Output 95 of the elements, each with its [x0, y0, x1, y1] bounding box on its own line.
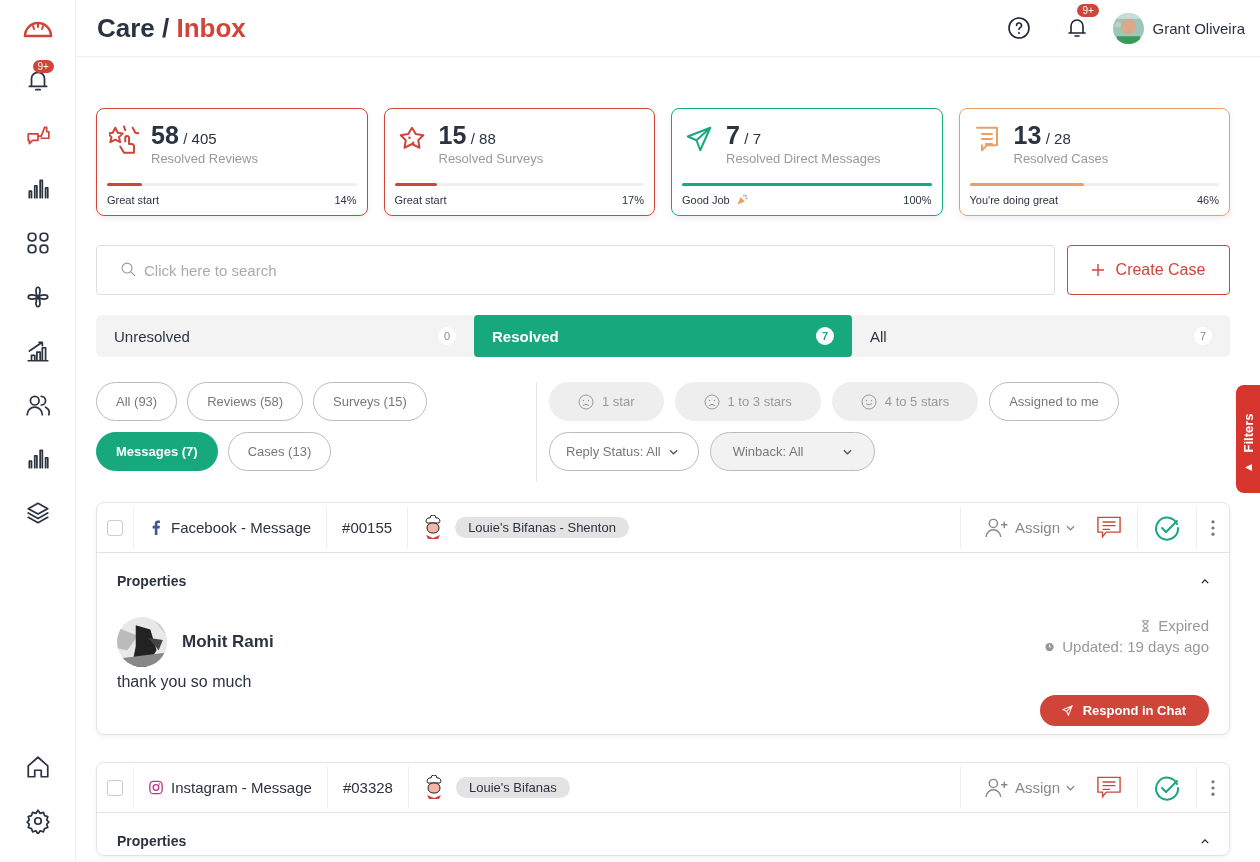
stat-status: You're doing great [969, 194, 1059, 206]
stat-label: Resolved Surveys [438, 151, 544, 166]
section-title: Properties [117, 573, 187, 589]
help-icon[interactable] [1007, 16, 1032, 40]
filter-chip[interactable]: Cases (13) [227, 432, 332, 471]
comment-icon[interactable] [1097, 516, 1121, 539]
user-name[interactable]: Grant Oliveira [1152, 19, 1245, 37]
comment-icon[interactable] [1097, 776, 1121, 799]
stat-label: Resolved Cases [1013, 151, 1109, 166]
chevron-down-icon [1066, 784, 1075, 791]
search-icon [120, 261, 137, 278]
hourglass-icon [1141, 619, 1151, 632]
chevron-down-icon [668, 448, 678, 455]
tab-label: Resolved [492, 327, 559, 345]
add-user-icon [984, 777, 1009, 798]
check-circle-icon[interactable] [1154, 514, 1180, 541]
plus-icon [1091, 264, 1104, 276]
stat-total: / 7 [744, 130, 762, 147]
paper-plane-icon [684, 124, 714, 154]
checkbox[interactable] [107, 779, 123, 796]
triangle-icon [1244, 463, 1252, 471]
chevron-up-icon[interactable] [1201, 838, 1209, 844]
updated-time: Updated: 19 days ago [1062, 638, 1209, 655]
ticket-number: #03328 [327, 767, 409, 808]
filter-chip[interactable]: Assigned to me [989, 382, 1119, 421]
stat-percent: 100% [903, 194, 932, 206]
count-badge: 0 [438, 327, 456, 345]
filter-chip[interactable]: Reviews (58) [187, 382, 304, 421]
stat-label: Resolved Direct Messages [726, 151, 881, 166]
filter-chip[interactable]: All (93) [96, 382, 178, 421]
stat-total: / 405 [183, 130, 217, 147]
dropdown[interactable]: Winback: All [709, 432, 876, 471]
filter-chip[interactable]: Messages (7) [96, 432, 218, 471]
home-icon[interactable] [24, 754, 51, 780]
frown-face-icon [703, 393, 720, 410]
status-text: Expired [1158, 617, 1209, 634]
clock-icon [1045, 640, 1055, 653]
search-field[interactable]: Click here to search [96, 245, 1055, 295]
checkbox[interactable] [107, 519, 123, 536]
stat-status: Great start [394, 194, 447, 206]
notification-badge: 9+ [1077, 4, 1099, 17]
smile-face-icon [860, 393, 877, 410]
stat-label: Resolved Reviews [151, 151, 258, 166]
stat-count: 58 [151, 121, 179, 149]
growth-chart-icon[interactable] [24, 338, 51, 364]
assign-button[interactable]: Assign [984, 777, 1075, 798]
status-tab[interactable]: Resolved 7 [474, 315, 852, 357]
respond-button[interactable]: Respond in Chat [1039, 695, 1209, 726]
filter-chip[interactable]: Surveys (15) [313, 382, 427, 421]
chevron-down-icon [1066, 524, 1075, 531]
stat-percent: 46% [1196, 194, 1219, 206]
settings-icon[interactable] [24, 808, 51, 834]
status-tab[interactable]: Unresolved 0 [96, 315, 474, 357]
grid-icon[interactable] [24, 230, 51, 256]
stat-status: Great start [107, 194, 159, 206]
count-badge: 7 [816, 327, 834, 345]
notification-badge: 9+ [32, 60, 54, 73]
message-text: thank you so much [117, 673, 253, 691]
chevron-up-icon[interactable] [1201, 578, 1209, 584]
chevron-down-icon [843, 448, 853, 455]
chef-mascot-icon [423, 774, 444, 801]
stat-count: 15 [438, 121, 467, 149]
more-icon[interactable] [1211, 779, 1215, 796]
more-icon[interactable] [1211, 519, 1215, 536]
tab-label: All [870, 327, 887, 345]
filters-tab[interactable]: Filters [1236, 385, 1260, 493]
check-circle-icon[interactable] [1154, 774, 1180, 801]
tab-label: Unresolved [114, 327, 190, 345]
count-badge: 7 [1194, 327, 1212, 345]
stat-percent: 14% [334, 194, 357, 206]
create-case-button[interactable]: Create Case [1067, 245, 1230, 295]
assign-button[interactable]: Assign [984, 517, 1075, 538]
stat-count: 13 [1013, 121, 1042, 149]
page-title: Care / Inbox [97, 12, 246, 44]
stat-total: / 28 [1045, 130, 1071, 147]
dropdown[interactable]: Reply Status: All [549, 432, 699, 471]
chef-mascot-icon [423, 514, 444, 541]
stars-hand-icon [109, 124, 139, 154]
location-tag: Louie's Bifanas [455, 777, 570, 798]
stat-total: / 88 [470, 130, 496, 147]
status-tab[interactable]: All 7 [852, 315, 1230, 357]
frown-face-icon [578, 393, 594, 410]
section-title: Properties [117, 833, 187, 849]
add-user-icon [984, 517, 1009, 538]
message-source: Facebook - Message [171, 519, 312, 536]
stat-percent: 17% [621, 194, 644, 206]
author-name: Mohit Rami [182, 632, 274, 652]
layers-icon[interactable] [24, 500, 51, 526]
message-source: Instagram - Message [171, 779, 312, 796]
ticket-number: #00155 [327, 507, 409, 548]
stat-status: Good Job [682, 194, 730, 206]
stat-count: 7 [726, 121, 740, 149]
send-icon [1061, 705, 1073, 716]
flower-icon[interactable] [24, 284, 51, 310]
location-tag: Louie's Bifanas - Shenton [455, 517, 629, 538]
